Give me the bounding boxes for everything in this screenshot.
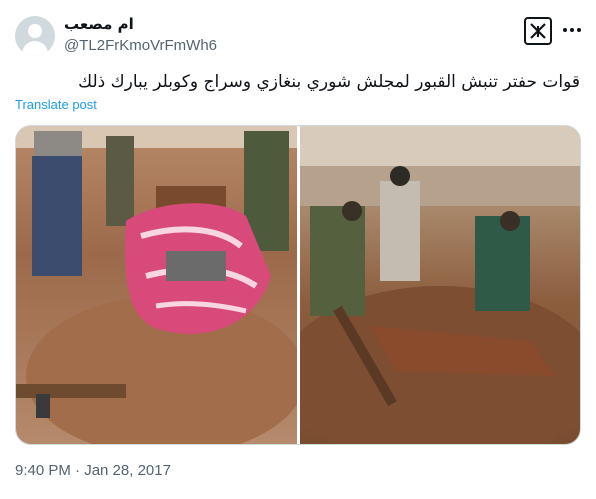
- media-grid[interactable]: [15, 125, 581, 445]
- avatar[interactable]: [15, 16, 55, 56]
- x-logo-icon[interactable]: [524, 17, 552, 45]
- more-options-icon[interactable]: [562, 20, 582, 40]
- author-handle[interactable]: @TL2FrKmoVrFmWh6: [64, 37, 217, 54]
- media-photo-digging[interactable]: [300, 126, 580, 444]
- avatar-body-shape: [22, 41, 48, 56]
- translate-link[interactable]: Translate post: [15, 97, 97, 112]
- media-photo-grave-body[interactable]: [16, 126, 297, 444]
- tweet-text: قوات حفتر تنبش القبور لمجلش شوري بنغازي …: [78, 72, 580, 92]
- author-display-name[interactable]: ام مصعب: [64, 15, 134, 33]
- avatar-head-shape: [28, 24, 42, 38]
- tweet-timestamp[interactable]: 9:40 PM · Jan 28, 2017: [15, 462, 171, 479]
